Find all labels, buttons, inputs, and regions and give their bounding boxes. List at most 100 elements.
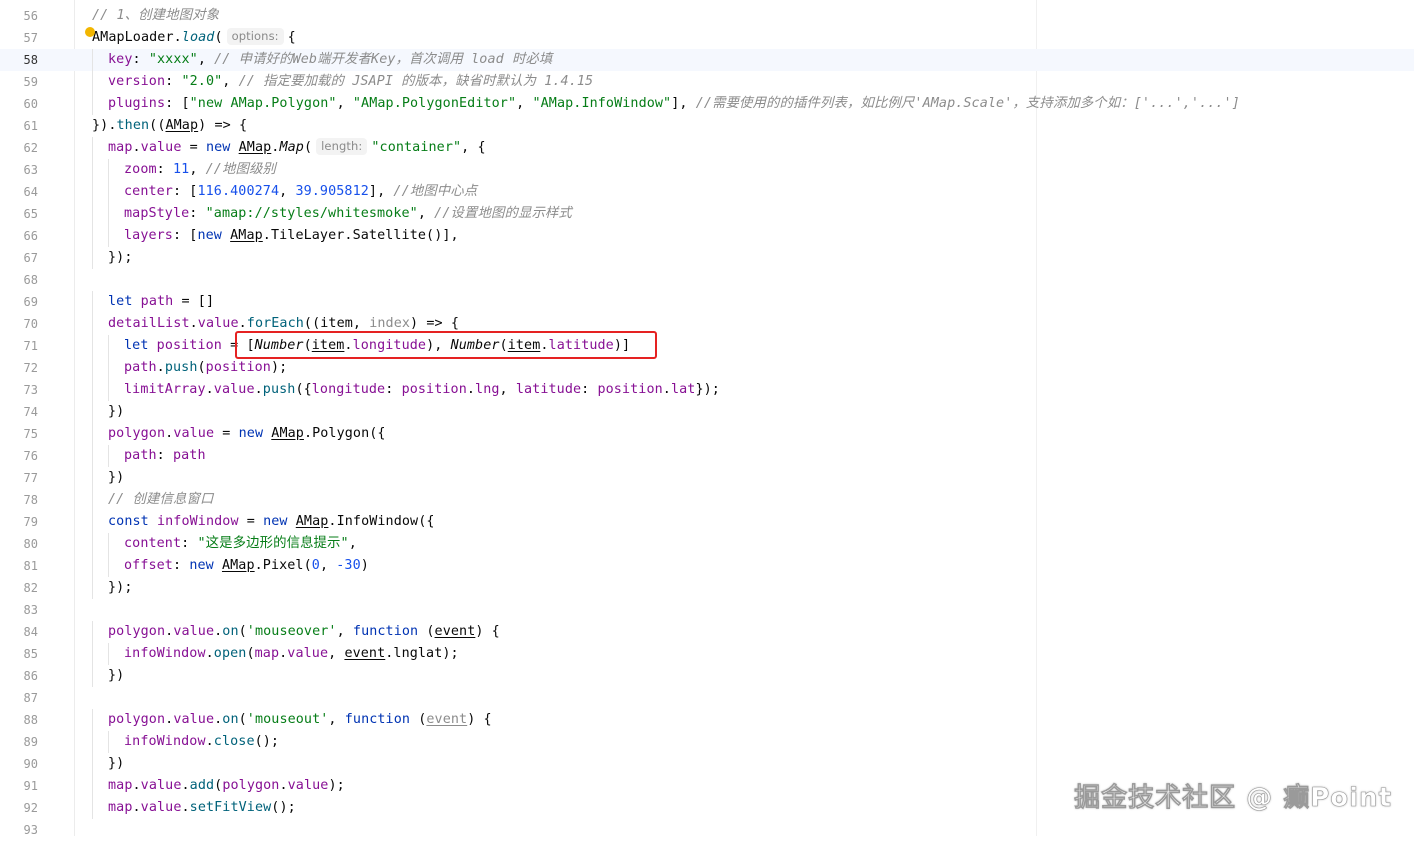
code-line[interactable]: 83: [0, 599, 1414, 621]
line-number[interactable]: 75: [0, 423, 38, 445]
code-text[interactable]: center: [116.400274, 39.905812], //地图中心点: [124, 181, 477, 203]
line-number[interactable]: 63: [0, 159, 38, 181]
code-text[interactable]: infoWindow.open(map.value, event.lnglat)…: [124, 643, 459, 665]
line-number[interactable]: 68: [0, 269, 38, 291]
line-number[interactable]: 90: [0, 753, 38, 775]
code-text[interactable]: map.value.add(polygon.value);: [108, 775, 345, 797]
line-number[interactable]: 92: [0, 797, 38, 819]
code-line[interactable]: 68: [0, 269, 1414, 291]
line-number[interactable]: 64: [0, 181, 38, 203]
code-text[interactable]: offset: new AMap.Pixel(0, -30): [124, 555, 369, 577]
code-text[interactable]: limitArray.value.push({longitude: positi…: [124, 379, 720, 401]
code-line[interactable]: 71 let position = [Number(item.longitude)…: [0, 335, 1414, 357]
code-text[interactable]: mapStyle: "amap://styles/whitesmoke", //…: [124, 203, 572, 225]
code-line[interactable]: 63 zoom: 11, //地图级别: [0, 159, 1414, 181]
code-line[interactable]: 59 version: "2.0", // 指定要加载的 JSAPI 的版本，缺省…: [0, 71, 1414, 93]
line-number[interactable]: 71: [0, 335, 38, 357]
code-line[interactable]: 90}): [0, 753, 1414, 775]
code-line[interactable]: 66 layers: [new AMap.TileLayer.Satellite(…: [0, 225, 1414, 247]
line-number[interactable]: 84: [0, 621, 38, 643]
code-line[interactable]: 86}): [0, 665, 1414, 687]
code-line[interactable]: 61 }).then((AMap) => {: [0, 115, 1414, 137]
code-line[interactable]: 80 content: "这是多边形的信息提示",: [0, 533, 1414, 555]
line-number[interactable]: 67: [0, 247, 38, 269]
code-text[interactable]: polygon.value = new AMap.Polygon({: [108, 423, 386, 445]
code-line[interactable]: 93: [0, 819, 1414, 841]
line-number[interactable]: 72: [0, 357, 38, 379]
code-line[interactable]: 73 limitArray.value.push({longitude: posi…: [0, 379, 1414, 401]
code-text[interactable]: map.value = new AMap.Map(length: "contain…: [108, 137, 486, 159]
code-text[interactable]: let path = []: [108, 291, 214, 313]
code-text[interactable]: // 创建信息窗口: [108, 489, 213, 511]
code-text[interactable]: }).then((AMap) => {: [92, 115, 247, 137]
code-line[interactable]: 84 polygon.value.on('mouseover', function…: [0, 621, 1414, 643]
line-number[interactable]: 65: [0, 203, 38, 225]
line-number[interactable]: 70: [0, 313, 38, 335]
code-text[interactable]: });: [108, 577, 133, 599]
line-number[interactable]: 85: [0, 643, 38, 665]
line-number[interactable]: 59: [0, 71, 38, 93]
code-line[interactable]: 82});: [0, 577, 1414, 599]
line-number[interactable]: 79: [0, 511, 38, 533]
code-text[interactable]: const infoWindow = new AMap.InfoWindow({: [108, 511, 435, 533]
code-line[interactable]: 78 // 创建信息窗口: [0, 489, 1414, 511]
code-text[interactable]: }): [108, 665, 124, 687]
line-number[interactable]: 66: [0, 225, 38, 247]
code-line[interactable]: 89 infoWindow.close();: [0, 731, 1414, 753]
code-line[interactable]: 62 map.value = new AMap.Map(length: "conta…: [0, 137, 1414, 159]
code-line[interactable]: 64 center: [116.400274, 39.905812], //地图中…: [0, 181, 1414, 203]
line-number[interactable]: 89: [0, 731, 38, 753]
code-text[interactable]: }): [108, 467, 124, 489]
code-text[interactable]: layers: [new AMap.TileLayer.Satellite()]…: [124, 225, 459, 247]
code-line[interactable]: 57 AMapLoader.load(options:{: [0, 27, 1414, 49]
code-line[interactable]: 76 path: path: [0, 445, 1414, 467]
code-line[interactable]: 56 // 1、创建地图对象: [0, 5, 1414, 27]
lightbulb-icon[interactable]: [85, 27, 95, 37]
line-number[interactable]: 58: [0, 49, 38, 71]
code-line[interactable]: 81 offset: new AMap.Pixel(0, -30): [0, 555, 1414, 577]
line-number[interactable]: 73: [0, 379, 38, 401]
code-line[interactable]: 88 polygon.value.on('mouseout', function …: [0, 709, 1414, 731]
code-text[interactable]: infoWindow.close();: [124, 731, 279, 753]
code-editor[interactable]: 56 // 1、创建地图对象 57 AMapLoader.load(options:{…: [0, 0, 1414, 837]
code-text[interactable]: }): [108, 753, 124, 775]
code-text[interactable]: });: [108, 247, 133, 269]
code-text[interactable]: AMapLoader.load(options:{: [92, 27, 296, 49]
line-number[interactable]: 76: [0, 445, 38, 467]
code-line[interactable]: 77}): [0, 467, 1414, 489]
line-number[interactable]: 62: [0, 137, 38, 159]
line-number[interactable]: 56: [0, 5, 38, 27]
line-number[interactable]: 77: [0, 467, 38, 489]
code-text[interactable]: path.push(position);: [124, 357, 287, 379]
code-text[interactable]: key: "xxxx", // 申请好的Web端开发者Key，首次调用 load…: [108, 49, 552, 71]
code-line[interactable]: 70 detailList.value.forEach((item, index)…: [0, 313, 1414, 335]
code-text[interactable]: plugins: ["new AMap.Polygon", "AMap.Poly…: [108, 93, 1240, 115]
line-number[interactable]: 88: [0, 709, 38, 731]
line-number[interactable]: 86: [0, 665, 38, 687]
code-line[interactable]: 58 key: "xxxx", // 申请好的Web端开发者Key，首次调用 lo…: [0, 49, 1414, 71]
code-line[interactable]: 85 infoWindow.open(map.value, event.lngla…: [0, 643, 1414, 665]
line-number[interactable]: 81: [0, 555, 38, 577]
code-text[interactable]: path: path: [124, 445, 206, 467]
code-text[interactable]: polygon.value.on('mouseover', function (…: [108, 621, 500, 643]
code-line[interactable]: 79 const infoWindow = new AMap.InfoWindow…: [0, 511, 1414, 533]
code-text[interactable]: version: "2.0", // 指定要加载的 JSAPI 的版本，缺省时默…: [108, 71, 593, 93]
line-number[interactable]: 91: [0, 775, 38, 797]
code-text[interactable]: zoom: 11, //地图级别: [124, 159, 276, 181]
line-number[interactable]: 57: [0, 27, 38, 49]
line-number[interactable]: 69: [0, 291, 38, 313]
line-number[interactable]: 61: [0, 115, 38, 137]
line-number[interactable]: 87: [0, 687, 38, 709]
code-line[interactable]: 67});: [0, 247, 1414, 269]
code-text[interactable]: }): [108, 401, 124, 423]
code-line[interactable]: 75 polygon.value = new AMap.Polygon({: [0, 423, 1414, 445]
code-text[interactable]: polygon.value.on('mouseout', function (e…: [108, 709, 492, 731]
line-number[interactable]: 83: [0, 599, 38, 621]
line-number[interactable]: 78: [0, 489, 38, 511]
code-line[interactable]: 65 mapStyle: "amap://styles/whitesmoke", …: [0, 203, 1414, 225]
code-text[interactable]: // 1、创建地图对象: [92, 5, 219, 27]
code-line[interactable]: 72 path.push(position);: [0, 357, 1414, 379]
line-number[interactable]: 74: [0, 401, 38, 423]
line-number[interactable]: 93: [0, 819, 38, 841]
line-number[interactable]: 82: [0, 577, 38, 599]
